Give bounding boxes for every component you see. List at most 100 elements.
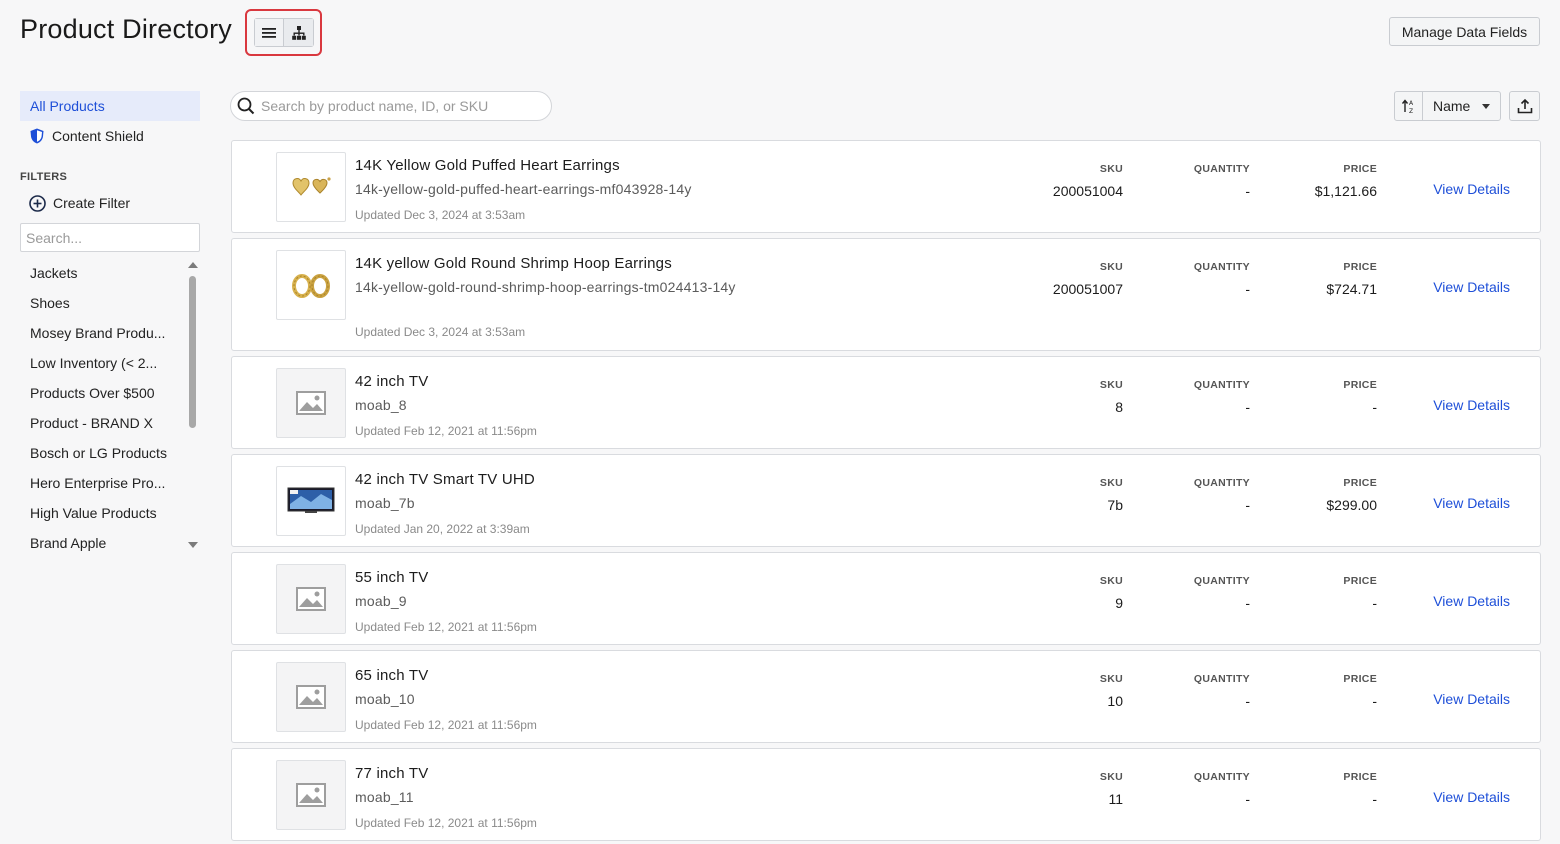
quantity-value: -	[1245, 399, 1250, 415]
scroll-thumb[interactable]	[189, 276, 196, 428]
placeholder-image-icon[interactable]	[276, 760, 346, 830]
product-name[interactable]: 77 inch TV	[355, 765, 428, 782]
view-toggle-highlight	[245, 9, 322, 56]
hierarchy-icon	[291, 25, 306, 40]
nav-all-products[interactable]: All Products	[20, 91, 200, 121]
view-details-link[interactable]: View Details	[1433, 181, 1510, 197]
quantity-label: QUANTITY	[1193, 477, 1250, 489]
product-name[interactable]: 14K yellow Gold Round Shrimp Hoop Earrin…	[355, 255, 672, 272]
view-details-link[interactable]: View Details	[1433, 397, 1510, 413]
view-details-link[interactable]: View Details	[1433, 495, 1510, 511]
sort-direction-button[interactable]: A Z	[1395, 92, 1423, 120]
product-name[interactable]: 14K Yellow Gold Puffed Heart Earrings	[355, 157, 620, 174]
create-filter-button[interactable]: Create Filter	[20, 192, 200, 214]
sort-field-label: Name	[1433, 98, 1471, 114]
view-details-link[interactable]: View Details	[1433, 593, 1510, 609]
price-label: PRICE	[1343, 673, 1377, 685]
sku-value: 200051004	[1052, 183, 1123, 199]
product-updated: Updated Feb 12, 2021 at 11:56pm	[355, 424, 537, 438]
filter-list: Jackets Shoes Mosey Brand Produ... Low I…	[20, 258, 200, 558]
create-filter-label: Create Filter	[53, 195, 131, 211]
product-search[interactable]	[230, 91, 552, 121]
quantity-label: QUANTITY	[1193, 261, 1250, 273]
export-button[interactable]	[1509, 91, 1540, 121]
shield-icon	[30, 128, 44, 144]
product-slug: 14k-yellow-gold-puffed-heart-earrings-mf…	[355, 181, 692, 197]
sku-value: 7b	[1107, 497, 1123, 513]
sku-value: 8	[1115, 399, 1123, 415]
quantity-value: -	[1245, 281, 1250, 297]
quantity-value: -	[1245, 693, 1250, 709]
price-value: -	[1372, 693, 1377, 709]
product-name[interactable]: 55 inch TV	[355, 569, 428, 586]
view-details-link[interactable]: View Details	[1433, 691, 1510, 707]
product-name[interactable]: 42 inch TV Smart TV UHD	[355, 471, 535, 488]
placeholder-image-icon[interactable]	[276, 368, 346, 438]
price-label: PRICE	[1343, 261, 1377, 273]
search-icon	[237, 97, 255, 115]
manage-data-fields-button[interactable]: Manage Data Fields	[1389, 17, 1540, 46]
heart-earrings-image[interactable]	[276, 152, 346, 222]
list-view-button[interactable]	[255, 19, 284, 46]
product-name[interactable]: 65 inch TV	[355, 667, 428, 684]
product-updated: Updated Dec 3, 2024 at 3:53am	[355, 325, 526, 339]
quantity-label: QUANTITY	[1193, 379, 1250, 391]
filter-scrollbar[interactable]	[187, 258, 198, 548]
view-details-link[interactable]: View Details	[1433, 789, 1510, 805]
product-card: 42 inch TV Smart TV UHD moab_7b Updated …	[231, 454, 1541, 547]
filter-item[interactable]: Product - BRAND X	[20, 408, 180, 438]
filter-item[interactable]: Hero Enterprise Pro...	[20, 468, 180, 498]
product-card: 14K yellow Gold Round Shrimp Hoop Earrin…	[231, 238, 1541, 351]
scroll-down-arrow-icon[interactable]	[188, 542, 198, 548]
product-card: 77 inch TV moab_11 Updated Feb 12, 2021 …	[231, 748, 1541, 841]
filter-item[interactable]: Jackets	[20, 258, 180, 288]
price-label: PRICE	[1343, 163, 1377, 175]
sku-label: SKU	[1099, 261, 1123, 273]
product-slug: moab_9	[355, 593, 407, 609]
sku-label: SKU	[1099, 575, 1123, 587]
hierarchy-view-button[interactable]	[284, 19, 313, 46]
upload-icon	[1517, 98, 1532, 114]
filter-item[interactable]: Products Over $500	[20, 378, 180, 408]
sort-field-dropdown[interactable]: Name	[1423, 92, 1500, 120]
scroll-up-arrow-icon[interactable]	[188, 262, 198, 268]
sku-value: 9	[1115, 595, 1123, 611]
filter-item[interactable]: High Value Products	[20, 498, 180, 528]
sku-value: 10	[1107, 693, 1123, 709]
product-updated: Updated Feb 12, 2021 at 11:56pm	[355, 620, 537, 634]
view-details-link[interactable]: View Details	[1433, 279, 1510, 295]
price-value: $299.00	[1326, 497, 1377, 513]
price-value: -	[1372, 791, 1377, 807]
product-slug: moab_10	[355, 691, 415, 707]
product-updated: Updated Dec 3, 2024 at 3:53am	[355, 208, 526, 222]
placeholder-image-icon[interactable]	[276, 662, 346, 732]
filter-item[interactable]: Brand Apple	[20, 528, 180, 558]
filter-item[interactable]: Low Inventory (< 2...	[20, 348, 180, 378]
price-value: $1,121.66	[1314, 183, 1377, 199]
price-label: PRICE	[1343, 771, 1377, 783]
sort-controls: A Z Name	[1394, 91, 1501, 121]
nav-content-shield-label: Content Shield	[52, 128, 144, 144]
sku-label: SKU	[1099, 673, 1123, 685]
filter-item[interactable]: Bosch or LG Products	[20, 438, 180, 468]
filter-item[interactable]: Shoes	[20, 288, 180, 318]
product-slug: moab_7b	[355, 495, 415, 511]
product-slug: 14k-yellow-gold-round-shrimp-hoop-earrin…	[355, 279, 736, 295]
sku-label: SKU	[1099, 477, 1123, 489]
product-name[interactable]: 42 inch TV	[355, 373, 428, 390]
sku-label: SKU	[1099, 379, 1123, 391]
filter-item[interactable]: Mosey Brand Produ...	[20, 318, 180, 348]
filter-search-input[interactable]	[20, 223, 200, 252]
placeholder-image-icon[interactable]	[276, 564, 346, 634]
hoop-earrings-image[interactable]	[276, 250, 346, 320]
product-search-input[interactable]	[261, 98, 541, 114]
product-card: 42 inch TV moab_8 Updated Feb 12, 2021 a…	[231, 356, 1541, 449]
list-icon	[262, 27, 276, 38]
nav-content-shield[interactable]: Content Shield	[20, 121, 200, 151]
quantity-label: QUANTITY	[1193, 771, 1250, 783]
chevron-down-icon	[1482, 103, 1491, 109]
product-card: 14K Yellow Gold Puffed Heart Earrings 14…	[231, 140, 1541, 233]
filters-heading: FILTERS	[20, 171, 68, 183]
sku-value: 11	[1108, 791, 1123, 807]
tv-image[interactable]	[276, 466, 346, 536]
